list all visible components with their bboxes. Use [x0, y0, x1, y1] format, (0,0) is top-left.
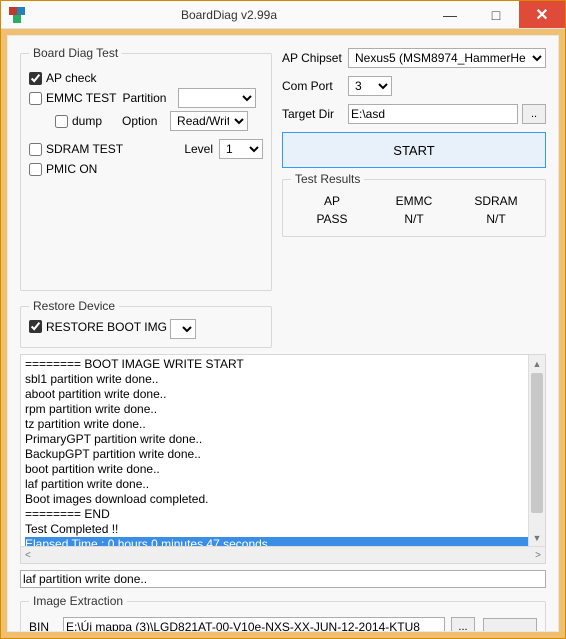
client-area: Board Diag Test AP check EMMC TEST	[7, 35, 559, 632]
ap-chipset-select[interactable]: Nexus5 (MSM8974_HammerHe	[348, 48, 546, 68]
start-button[interactable]: START	[282, 132, 546, 168]
bin-browse-button[interactable]: ...	[451, 617, 475, 632]
sdram-test-checkbox[interactable]: SDRAM TEST	[29, 142, 123, 156]
image-extraction-legend: Image Extraction	[29, 594, 127, 608]
close-button[interactable]: ✕	[519, 1, 565, 28]
log-line[interactable]: Elapsed Time : 0 hours 0 minutes 47 seco…	[25, 537, 541, 546]
option-label: Option	[122, 114, 164, 128]
scroll-left-icon[interactable]: <	[25, 550, 31, 561]
test-results-legend: Test Results	[291, 172, 364, 186]
log-vscrollbar[interactable]: ▲ ▼	[528, 355, 545, 546]
log-line[interactable]: Test Completed !!	[25, 522, 541, 537]
app-window: BoardDiag v2.99a — □ ✕ Board Diag Test A…	[0, 0, 566, 639]
status-line[interactable]	[20, 570, 546, 588]
emmc-result-value: N/T	[384, 212, 444, 226]
window-title: BoardDiag v2.99a	[31, 8, 427, 22]
level-select[interactable]: 1	[219, 139, 263, 159]
ap-check-input[interactable]	[29, 72, 42, 85]
log-line[interactable]: boot partition write done..	[25, 462, 541, 477]
dump-input[interactable]	[55, 115, 68, 128]
restore-boot-img-checkbox[interactable]: RESTORE BOOT IMG	[29, 320, 167, 334]
board-diag-test-group: Board Diag Test AP check EMMC TEST	[20, 46, 272, 291]
test-results-group: Test Results AP PASS EMMC N/T SDRAM N/T	[282, 172, 546, 237]
scroll-thumb[interactable]	[531, 373, 543, 513]
com-port-select[interactable]: 3	[348, 76, 392, 96]
restore-device-group: Restore Device RESTORE BOOT IMG	[20, 299, 272, 348]
com-port-label: Com Port	[282, 79, 344, 93]
ap-result-value: PASS	[302, 212, 362, 226]
level-label: Level	[184, 142, 213, 156]
restore-legend: Restore Device	[29, 299, 119, 313]
log-line[interactable]: laf partition write done..	[25, 477, 541, 492]
target-dir-input[interactable]	[348, 104, 518, 124]
log-line[interactable]: rpm partition write done..	[25, 402, 541, 417]
log-line[interactable]: BackupGPT partition write done..	[25, 447, 541, 462]
sdram-result-value: N/T	[466, 212, 526, 226]
option-select[interactable]: Read/Writ	[170, 111, 248, 131]
restore-boot-img-input[interactable]	[29, 320, 42, 333]
log-line[interactable]: ======== BOOT IMAGE WRITE START	[25, 357, 541, 372]
emmc-test-input[interactable]	[29, 92, 42, 105]
ap-chipset-label: AP Chipset	[282, 51, 344, 65]
scroll-up-icon[interactable]: ▲	[529, 355, 545, 372]
log-line[interactable]: Boot images download completed.	[25, 492, 541, 507]
ap-check-checkbox[interactable]: AP check	[29, 71, 96, 85]
pmic-on-checkbox[interactable]: PMIC ON	[29, 162, 97, 176]
log-line[interactable]: tz partition write done..	[25, 417, 541, 432]
bin-input[interactable]	[63, 617, 445, 632]
ap-result-label: AP	[302, 194, 362, 208]
scroll-down-icon[interactable]: ▼	[529, 529, 545, 546]
emmc-test-checkbox[interactable]: EMMC TEST	[29, 91, 116, 105]
dump-checkbox[interactable]: dump	[55, 114, 102, 128]
log-line[interactable]: PrimaryGPT partition write done..	[25, 432, 541, 447]
target-dir-browse-button[interactable]: ..	[522, 104, 546, 124]
scroll-right-icon[interactable]: >	[535, 550, 541, 561]
app-icon	[9, 7, 25, 23]
emmc-result-label: EMMC	[384, 194, 444, 208]
sdram-test-input[interactable]	[29, 143, 42, 156]
restore-select[interactable]	[170, 319, 196, 339]
log-line[interactable]: aboot partition write done..	[25, 387, 541, 402]
titlebar[interactable]: BoardDiag v2.99a — □ ✕	[1, 1, 565, 29]
board-diag-legend: Board Diag Test	[29, 46, 122, 60]
partition-select[interactable]	[178, 88, 256, 108]
log-line[interactable]: sbl1 partition write done..	[25, 372, 541, 387]
partition-label: Partition	[122, 91, 172, 105]
log-body[interactable]: ======== BOOT IMAGE WRITE STARTsbl1 part…	[21, 355, 545, 546]
minimize-button[interactable]: —	[427, 1, 473, 28]
extract-button[interactable]: Extract	[483, 618, 537, 633]
log-hscrollbar[interactable]: < >	[21, 546, 545, 563]
target-dir-label: Target Dir	[282, 107, 344, 121]
sdram-result-label: SDRAM	[466, 194, 526, 208]
bin-label: BIN	[29, 620, 57, 632]
log-panel: ======== BOOT IMAGE WRITE STARTsbl1 part…	[20, 354, 546, 564]
pmic-on-input[interactable]	[29, 163, 42, 176]
log-line[interactable]: ======== END	[25, 507, 541, 522]
image-extraction-group: Image Extraction BIN ... DIR ... Extract	[20, 594, 546, 632]
maximize-button[interactable]: □	[473, 1, 519, 28]
